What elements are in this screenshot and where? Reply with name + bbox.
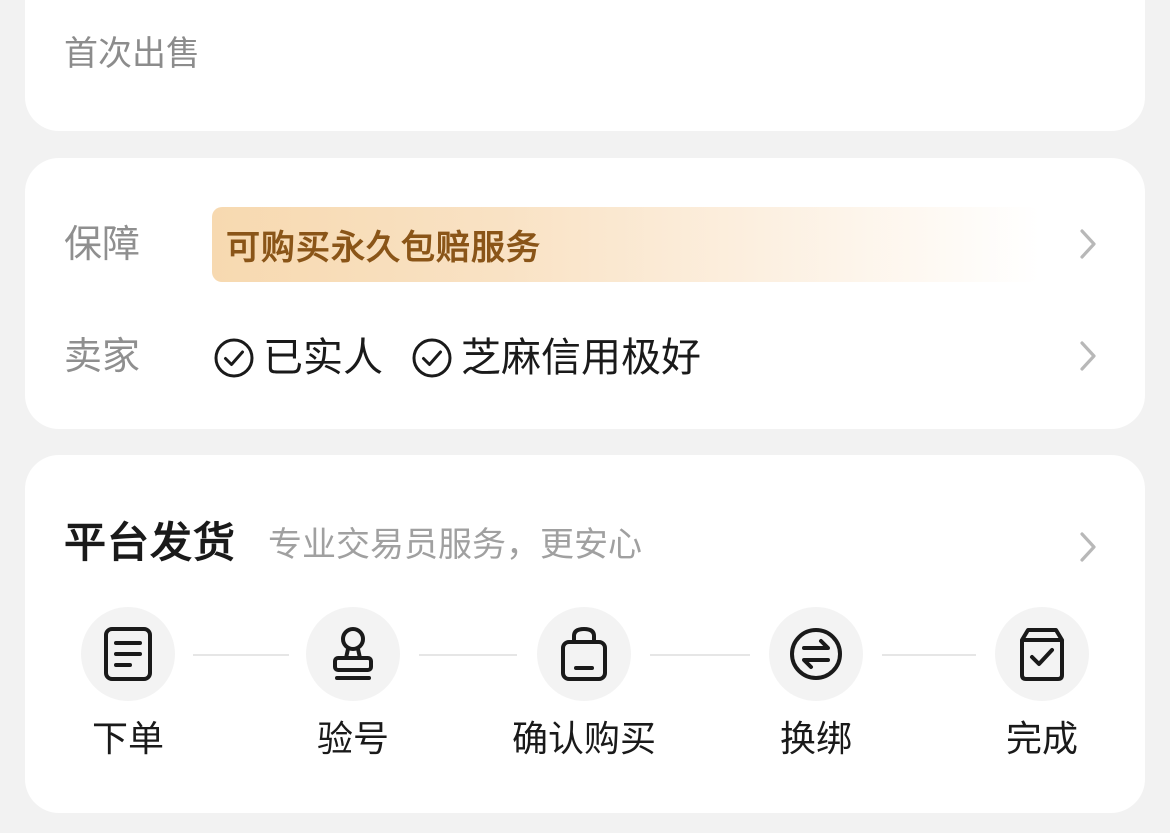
- guarantee-chevron-right-icon[interactable]: [1075, 227, 1101, 261]
- sale-info-card: 首次出售: [25, 0, 1145, 131]
- seller-chevron-right-icon[interactable]: [1075, 339, 1101, 373]
- delivery-title: 平台发货: [64, 518, 237, 567]
- step-label: 下单: [91, 719, 164, 760]
- step-label: 验号: [316, 719, 389, 760]
- stamp-icon: [333, 627, 373, 680]
- seller-tag-text: 已实人: [263, 335, 383, 381]
- step-connector: [419, 654, 517, 656]
- step-place-order: 下单: [48, 607, 208, 763]
- guarantee-banner[interactable]: 可购买永久包赔服务: [212, 207, 1040, 282]
- document-icon: [104, 627, 152, 681]
- exchange-icon: [790, 628, 842, 680]
- check-circle-icon: [412, 338, 452, 378]
- step-complete: 完成: [962, 607, 1122, 763]
- seller-tag-text: 芝麻信用极好: [461, 335, 701, 381]
- checked-bag-icon: [1020, 628, 1064, 681]
- step-verify-account: 验号: [273, 607, 433, 763]
- delivery-subtitle: 专业交易员服务，更安心: [268, 525, 642, 565]
- platform-delivery-card[interactable]: 平台发货 专业交易员服务，更安心 下单 验号 确认购买 换绑 完成: [25, 455, 1145, 813]
- seller-tags: 已实人 芝麻信用极好: [213, 334, 729, 382]
- delivery-chevron-right-icon[interactable]: [1075, 530, 1101, 564]
- step-connector: [650, 654, 750, 656]
- step-rebind: 换绑: [736, 607, 896, 763]
- guarantee-seller-card: 保障 可购买永久包赔服务 卖家 已实人 芝麻信用极好: [25, 158, 1145, 429]
- first-sale-label: 首次出售: [64, 34, 200, 74]
- shopping-bag-icon: [561, 626, 607, 681]
- guarantee-label: 保障: [64, 222, 141, 266]
- step-label: 完成: [1005, 719, 1078, 760]
- step-label: 确认购买: [511, 719, 656, 760]
- step-label: 换绑: [779, 719, 852, 760]
- seller-label: 卖家: [64, 334, 141, 378]
- step-confirm-purchase: 确认购买: [504, 607, 664, 763]
- guarantee-banner-text: 可购买永久包赔服务: [226, 228, 541, 268]
- seller-tag-credit: 芝麻信用极好: [411, 334, 701, 382]
- check-circle-icon: [214, 338, 254, 378]
- seller-tag-real-person: 已实人: [213, 334, 383, 382]
